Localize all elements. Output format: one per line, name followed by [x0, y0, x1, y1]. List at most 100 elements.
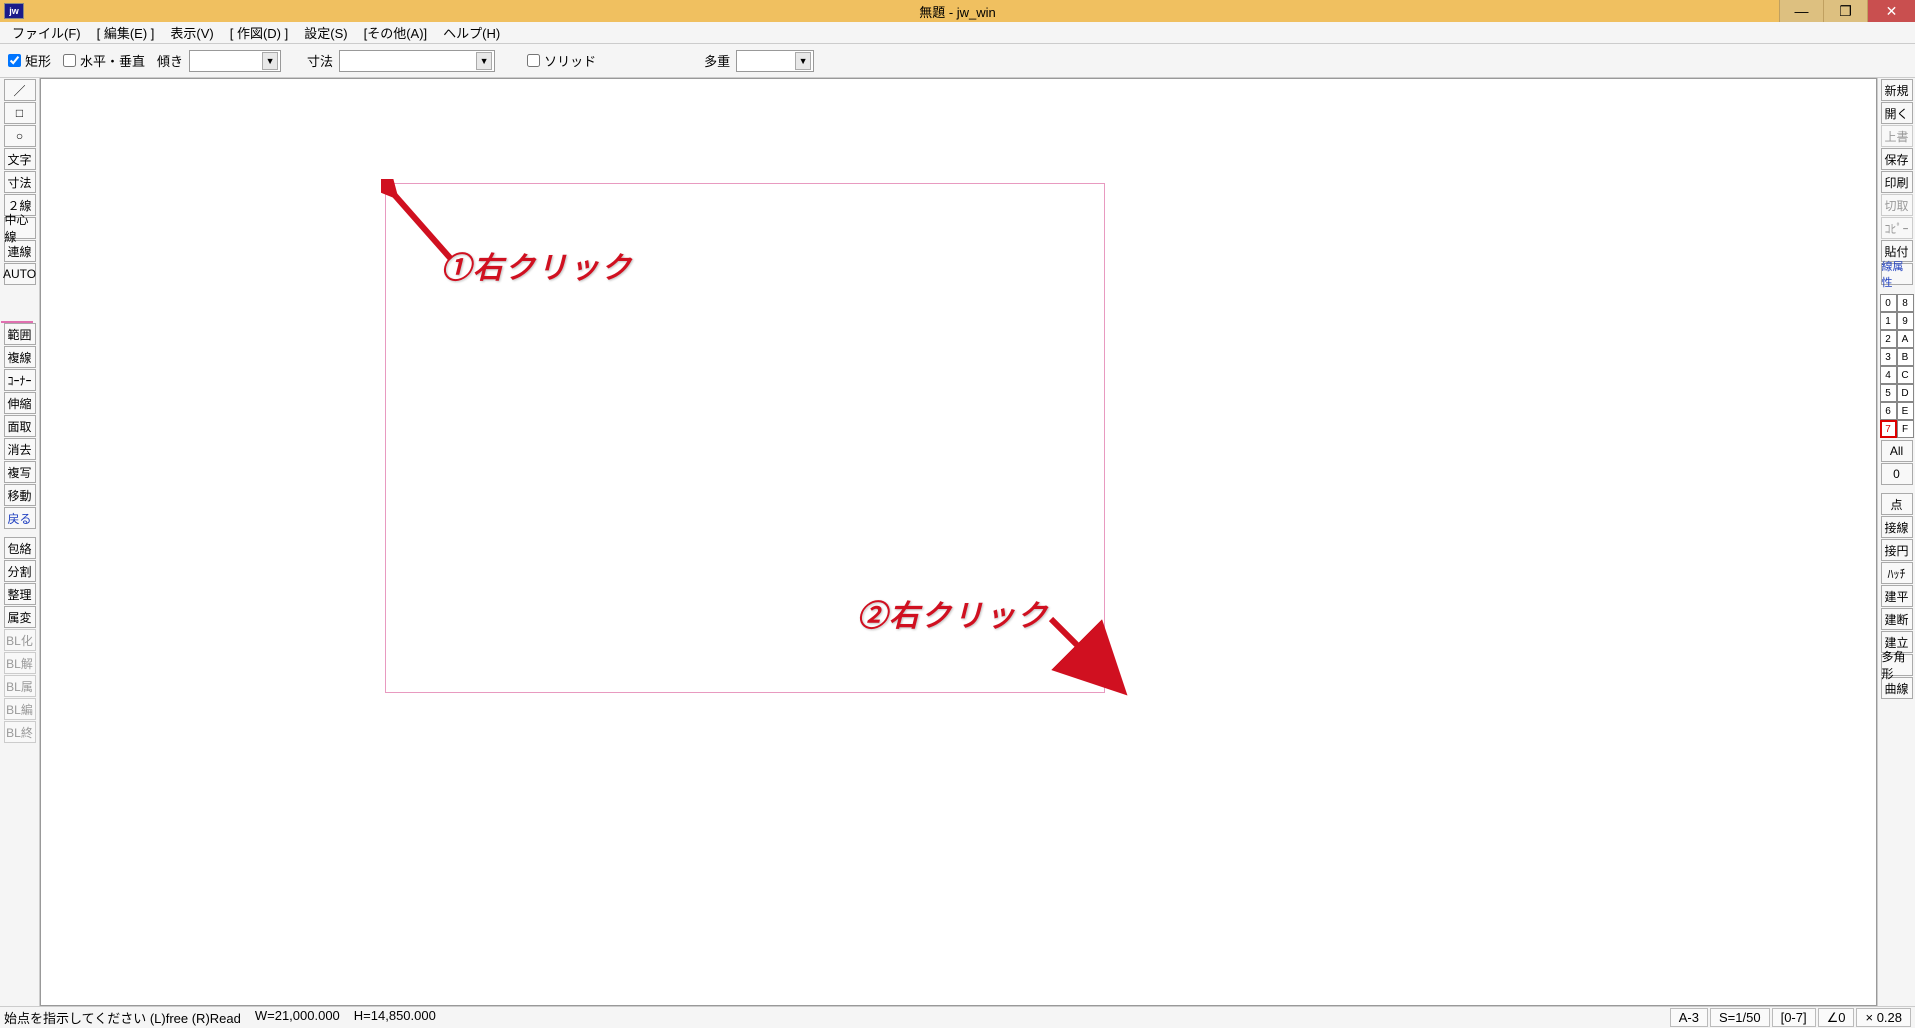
dim-combo[interactable]: ▼ [339, 50, 495, 72]
status-scale[interactable]: S=1/50 [1710, 1008, 1770, 1027]
tool-enclose[interactable]: 包絡 [4, 537, 36, 559]
annotation-2: ②右クリック [857, 591, 1049, 635]
multi-combo[interactable]: ▼ [736, 50, 814, 72]
layer-F[interactable]: F [1897, 420, 1914, 438]
drawing-canvas[interactable]: ①右クリック ②右クリック [40, 78, 1877, 1006]
dim-input[interactable] [342, 54, 474, 68]
tool-erase[interactable]: 消去 [4, 438, 36, 460]
tool-back[interactable]: 戻る [4, 507, 36, 529]
tool-clipboard-copy[interactable]: ｺﾋﾟｰ [1881, 217, 1913, 239]
tool-range[interactable]: 範囲 [4, 323, 36, 345]
layer-C[interactable]: C [1897, 366, 1914, 384]
layer-all[interactable]: All [1881, 440, 1913, 462]
status-group[interactable]: [0-7] [1772, 1008, 1816, 1027]
layer-7[interactable]: 7 [1880, 420, 1897, 438]
tool-polygon[interactable]: 多角形 [1881, 654, 1913, 676]
layer-A[interactable]: A [1897, 330, 1914, 348]
multi-input[interactable] [739, 54, 793, 68]
layer-B[interactable]: B [1897, 348, 1914, 366]
hv-checkbox[interactable]: 水平・垂直 [63, 51, 145, 70]
tool-tangent[interactable]: 接線 [1881, 516, 1913, 538]
layer-6[interactable]: 6 [1880, 402, 1897, 420]
tool-print[interactable]: 印刷 [1881, 171, 1913, 193]
rect-checkbox[interactable]: 矩形 [8, 51, 51, 70]
menu-edit[interactable]: [ 編集(E) ] [89, 21, 163, 44]
tool-centerline[interactable]: 中心線 [4, 217, 36, 239]
tool-tcircle[interactable]: 接円 [1881, 539, 1913, 561]
layer-E[interactable]: E [1897, 402, 1914, 420]
tool-corner[interactable]: ｺｰﾅｰ [4, 369, 36, 391]
tool-move[interactable]: 移動 [4, 484, 36, 506]
status-zoom[interactable]: × 0.28 [1856, 1008, 1911, 1027]
right-toolbar: 新規 開く 上書 保存 印刷 切取 ｺﾋﾟｰ 貼付 線属性 08 19 2A 3… [1877, 78, 1915, 1006]
maximize-button[interactable]: ❐ [1823, 0, 1867, 22]
layer-0[interactable]: 0 [1880, 294, 1897, 312]
tool-stretch[interactable]: 伸縮 [4, 392, 36, 414]
tool-overwrite[interactable]: 上書 [1881, 125, 1913, 147]
status-angle[interactable]: ∠0 [1818, 1008, 1855, 1027]
tool-attrib[interactable]: 属変 [4, 606, 36, 628]
chevron-down-icon[interactable]: ▼ [795, 52, 811, 70]
tool-bl-end[interactable]: BL終 [4, 721, 36, 743]
tool-chamfer[interactable]: 面取 [4, 415, 36, 437]
tool-new[interactable]: 新規 [1881, 79, 1913, 101]
chevron-down-icon[interactable]: ▼ [262, 52, 278, 70]
rect-check-label: 矩形 [25, 51, 51, 70]
status-paper[interactable]: A-3 [1670, 1008, 1708, 1027]
layer-8[interactable]: 8 [1897, 294, 1914, 312]
hv-check-input[interactable] [63, 54, 76, 67]
tool-bl-break[interactable]: BL解 [4, 652, 36, 674]
tool-polyline[interactable]: 連線 [4, 240, 36, 262]
tool-bl-attr[interactable]: BL属 [4, 675, 36, 697]
statusbar: 始点を指示してください (L)free (R)Read W=21,000.000… [0, 1006, 1915, 1028]
tool-text[interactable]: 文字 [4, 148, 36, 170]
tool-auto[interactable]: AUTO [4, 263, 36, 285]
tool-hatch[interactable]: ﾊｯﾁ [1881, 562, 1913, 584]
tool-divide[interactable]: 分割 [4, 560, 36, 582]
tool-point[interactable]: 点 [1881, 493, 1913, 515]
chevron-down-icon[interactable]: ▼ [476, 52, 492, 70]
window-controls: — ❐ ✕ [1779, 0, 1915, 22]
menu-help[interactable]: ヘルプ(H) [435, 21, 508, 44]
layer-D[interactable]: D [1897, 384, 1914, 402]
tool-tidy[interactable]: 整理 [4, 583, 36, 605]
layer-3[interactable]: 3 [1880, 348, 1897, 366]
tool-bl-edit[interactable]: BL編 [4, 698, 36, 720]
tilt-input[interactable] [192, 54, 260, 68]
window-title: 無題 - jw_win [919, 2, 996, 21]
tilt-combo[interactable]: ▼ [189, 50, 281, 72]
layer-2[interactable]: 2 [1880, 330, 1897, 348]
solid-check-input[interactable] [527, 54, 540, 67]
status-message: 始点を指示してください (L)free (R)Read [4, 1008, 241, 1027]
minimize-button[interactable]: — [1779, 0, 1823, 22]
color-preview [1, 321, 33, 323]
tool-rect[interactable]: □ [4, 102, 36, 124]
solid-checkbox[interactable]: ソリッド [527, 51, 596, 70]
tool-open[interactable]: 開く [1881, 102, 1913, 124]
tool-dim[interactable]: 寸法 [4, 171, 36, 193]
tool-dupline[interactable]: 複線 [4, 346, 36, 368]
layer-9[interactable]: 9 [1897, 312, 1914, 330]
status-height: H=14,850.000 [354, 1008, 436, 1027]
rect-check-input[interactable] [8, 54, 21, 67]
tool-cut[interactable]: 切取 [1881, 194, 1913, 216]
tool-line[interactable]: ／ [4, 79, 36, 101]
layer-4[interactable]: 4 [1880, 366, 1897, 384]
tool-save[interactable]: 保存 [1881, 148, 1913, 170]
menu-settings[interactable]: 設定(S) [296, 21, 355, 44]
layer-5[interactable]: 5 [1880, 384, 1897, 402]
close-button[interactable]: ✕ [1867, 0, 1915, 22]
tool-copy[interactable]: 複写 [4, 461, 36, 483]
tool-curve[interactable]: 曲線 [1881, 677, 1913, 699]
tool-bl-make[interactable]: BL化 [4, 629, 36, 651]
menu-other[interactable]: [その他(A)] [356, 21, 436, 44]
menu-file[interactable]: ファイル(F) [4, 21, 89, 44]
tool-lineattr[interactable]: 線属性 [1881, 263, 1913, 285]
tool-plan[interactable]: 建平 [1881, 585, 1913, 607]
tool-section[interactable]: 建断 [1881, 608, 1913, 630]
menu-view[interactable]: 表示(V) [162, 21, 221, 44]
layer-1[interactable]: 1 [1880, 312, 1897, 330]
tool-circle[interactable]: ○ [4, 125, 36, 147]
layer-zero[interactable]: 0 [1881, 463, 1913, 485]
menu-draw[interactable]: [ 作図(D) ] [222, 21, 297, 44]
